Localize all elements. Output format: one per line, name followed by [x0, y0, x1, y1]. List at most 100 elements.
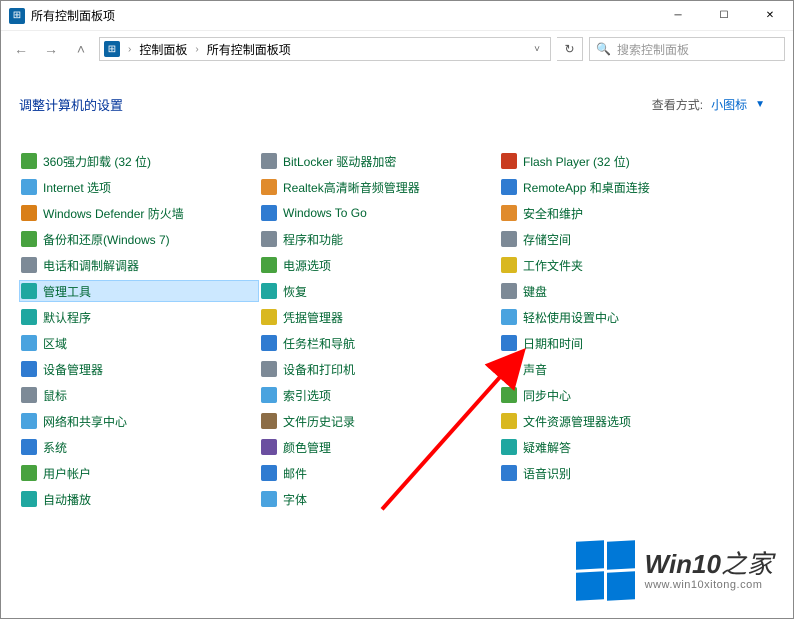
search-placeholder: 搜索控制面板: [617, 41, 689, 58]
cp-item-label: 疑难解答: [523, 439, 571, 456]
cp-item[interactable]: 轻松使用设置中心: [499, 306, 739, 328]
cp-item-label: 索引选项: [283, 387, 331, 404]
viewby-label: 查看方式:: [652, 96, 703, 113]
maximize-button[interactable]: ☐: [701, 1, 747, 31]
cp-item-label: 文件历史记录: [283, 413, 355, 430]
breadcrumb-2[interactable]: 所有控制面板项: [207, 41, 291, 58]
address-dropdown[interactable]: ˅: [528, 44, 546, 55]
cp-item[interactable]: 键盘: [499, 280, 739, 302]
cp-item[interactable]: 语音识别: [499, 462, 739, 484]
watermark-logo: [576, 541, 635, 600]
page-title: 调整计算机的设置: [19, 95, 123, 114]
cp-item[interactable]: 文件历史记录: [259, 410, 499, 432]
cp-item-icon: [501, 153, 517, 169]
cp-item-icon: [501, 231, 517, 247]
cp-item-icon: [21, 231, 37, 247]
cp-item[interactable]: Windows To Go: [259, 202, 499, 224]
cp-item-icon: [21, 387, 37, 403]
cp-item-icon: [501, 205, 517, 221]
cp-item[interactable]: RemoteApp 和桌面连接: [499, 176, 739, 198]
cp-item-icon: [261, 387, 277, 403]
search-input[interactable]: 🔍 搜索控制面板: [589, 37, 785, 61]
cp-item[interactable]: 工作文件夹: [499, 254, 739, 276]
cp-item-icon: [261, 335, 277, 351]
cp-item[interactable]: 电话和调制解调器: [19, 254, 259, 276]
viewby-selector[interactable]: 查看方式: 小图标 ▼: [652, 96, 765, 113]
cp-item[interactable]: 字体: [259, 488, 499, 510]
cp-item-label: Flash Player (32 位): [523, 153, 630, 170]
cp-item-icon: [501, 439, 517, 455]
breadcrumb-1[interactable]: 控制面板: [139, 41, 187, 58]
cp-item[interactable]: 疑难解答: [499, 436, 739, 458]
cp-item-label: 管理工具: [43, 283, 91, 300]
cp-item-icon: [261, 491, 277, 507]
cp-item-icon: [261, 439, 277, 455]
cp-item-label: 颜色管理: [283, 439, 331, 456]
column-3: Flash Player (32 位) RemoteApp 和桌面连接安全和维护存…: [499, 150, 739, 510]
cp-item-label: 字体: [283, 491, 307, 508]
cp-item[interactable]: 默认程序: [19, 306, 259, 328]
minimize-button[interactable]: ─: [655, 1, 701, 31]
forward-button[interactable]: →: [39, 37, 63, 61]
cp-item-label: 语音识别: [523, 465, 571, 482]
refresh-button[interactable]: ↻: [557, 37, 583, 61]
cp-item-label: 备份和还原(Windows 7): [43, 231, 170, 248]
cp-item-label: 声音: [523, 361, 547, 378]
watermark-url: www.win10xitong.com: [645, 579, 773, 591]
cp-item[interactable]: 索引选项: [259, 384, 499, 406]
cp-item[interactable]: 存储空间: [499, 228, 739, 250]
cp-item-label: Windows To Go: [283, 206, 367, 220]
cp-item[interactable]: 安全和维护: [499, 202, 739, 224]
cp-item-icon: [261, 413, 277, 429]
cp-item[interactable]: 恢复: [259, 280, 499, 302]
cp-item-icon: [261, 205, 277, 221]
cp-item-label: 电话和调制解调器: [43, 257, 139, 274]
cp-item-label: 设备和打印机: [283, 361, 355, 378]
cp-item-icon: [501, 387, 517, 403]
back-button[interactable]: ←: [9, 37, 33, 61]
cp-item[interactable]: 颜色管理: [259, 436, 499, 458]
cp-item-icon: [261, 309, 277, 325]
cp-item[interactable]: 日期和时间: [499, 332, 739, 354]
cp-item-label: 默认程序: [43, 309, 91, 326]
cp-item[interactable]: 360强力卸载 (32 位): [19, 150, 259, 172]
cp-item-icon: [21, 335, 37, 351]
cp-item[interactable]: 设备和打印机: [259, 358, 499, 380]
cp-item[interactable]: 区域: [19, 332, 259, 354]
cp-item[interactable]: Internet 选项: [19, 176, 259, 198]
cp-item-label: 系统: [43, 439, 67, 456]
viewby-value[interactable]: 小图标: [711, 96, 747, 113]
cp-item[interactable]: 任务栏和导航: [259, 332, 499, 354]
column-1: 360强力卸载 (32 位) Internet 选项 Windows Defende…: [19, 150, 259, 510]
cp-item[interactable]: 备份和还原(Windows 7): [19, 228, 259, 250]
cp-item[interactable]: 鼠标: [19, 384, 259, 406]
cp-item[interactable]: 文件资源管理器选项: [499, 410, 739, 432]
cp-item[interactable]: 程序和功能: [259, 228, 499, 250]
cp-item[interactable]: BitLocker 驱动器加密: [259, 150, 499, 172]
cp-item-label: 工作文件夹: [523, 257, 583, 274]
cp-item[interactable]: 用户帐户: [19, 462, 259, 484]
cp-item-icon: [261, 465, 277, 481]
cp-item[interactable]: 邮件: [259, 462, 499, 484]
close-button[interactable]: ✕: [747, 1, 793, 31]
cp-item[interactable]: 设备管理器: [19, 358, 259, 380]
address-bar[interactable]: ⊞ › 控制面板 › 所有控制面板项 ˅: [99, 37, 551, 61]
cp-item[interactable]: 管理工具: [19, 280, 259, 302]
cp-item-label: Windows Defender 防火墙: [43, 205, 184, 222]
cp-item-label: 鼠标: [43, 387, 67, 404]
cp-item-label: BitLocker 驱动器加密: [283, 153, 396, 170]
cp-item[interactable]: 电源选项: [259, 254, 499, 276]
cp-item-icon: [21, 283, 37, 299]
cp-item[interactable]: Windows Defender 防火墙: [19, 202, 259, 224]
cp-item-icon: [21, 179, 37, 195]
cp-item[interactable]: 同步中心: [499, 384, 739, 406]
cp-item[interactable]: Realtek高清晰音频管理器: [259, 176, 499, 198]
cp-item[interactable]: Flash Player (32 位): [499, 150, 739, 172]
cp-item[interactable]: 声音: [499, 358, 739, 380]
cp-item[interactable]: 凭据管理器: [259, 306, 499, 328]
up-button[interactable]: ˄: [69, 37, 93, 61]
cp-item[interactable]: 系统: [19, 436, 259, 458]
cp-item[interactable]: 自动播放: [19, 488, 259, 510]
watermark: Win10之家 www.win10xitong.com: [576, 541, 773, 600]
cp-item[interactable]: 网络和共享中心: [19, 410, 259, 432]
